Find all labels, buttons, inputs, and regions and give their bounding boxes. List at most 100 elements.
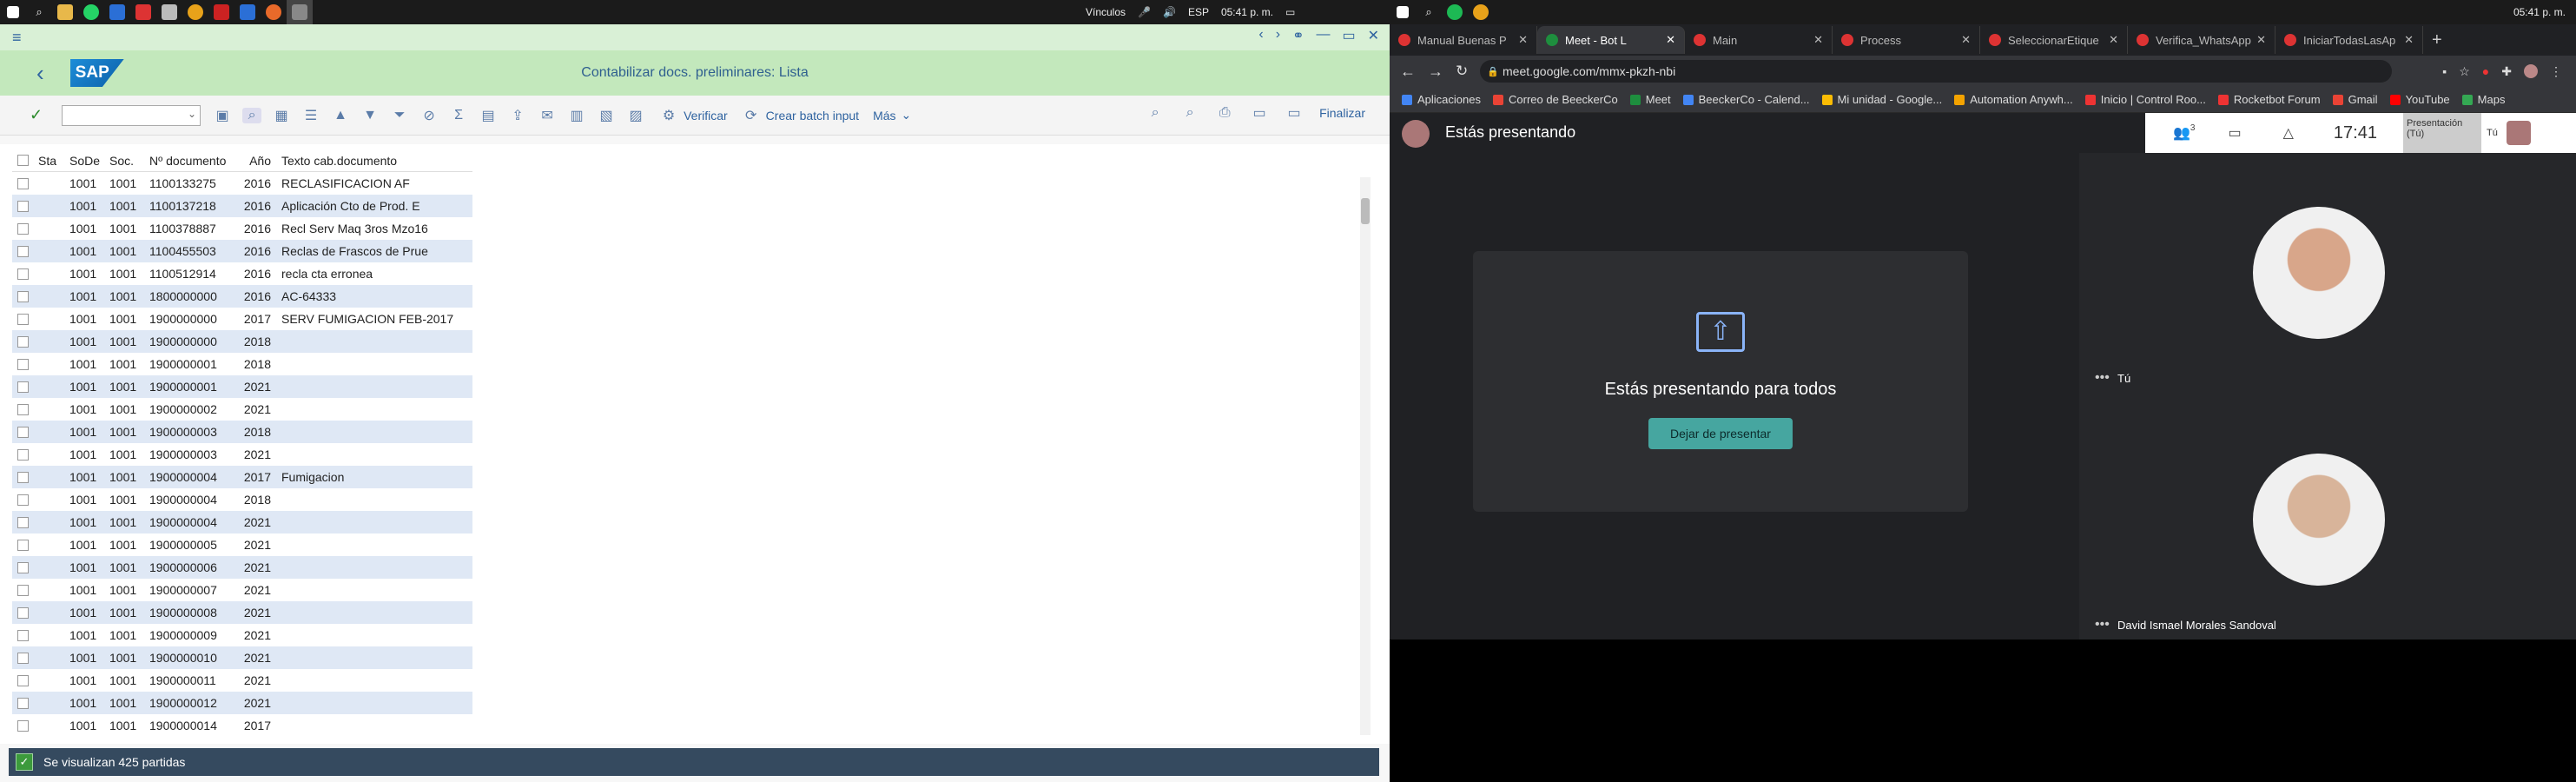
- row-checkbox[interactable]: [17, 494, 29, 506]
- star-icon[interactable]: ☆: [2459, 64, 2470, 79]
- row-checkbox[interactable]: [17, 403, 29, 415]
- clock[interactable]: 05:41 p. m.: [1221, 6, 1273, 18]
- table-row[interactable]: 1001 1001 1900000000 2017 SERV FUMIGACIO…: [12, 308, 472, 330]
- chrome-icon[interactable]: [182, 0, 208, 24]
- activities-icon[interactable]: △: [2283, 124, 2294, 142]
- bookmark-item[interactable]: Gmail: [2332, 93, 2378, 106]
- table-row[interactable]: 1001 1001 1900000010 2021: [12, 646, 472, 669]
- new-tab-icon[interactable]: +: [2432, 30, 2442, 50]
- windows-start-icon[interactable]: [1390, 0, 1416, 24]
- link-icon[interactable]: ⚭: [1292, 27, 1304, 44]
- row-checkbox[interactable]: [17, 516, 29, 528]
- menu-dots-icon[interactable]: ⋮: [2550, 64, 2562, 79]
- close-icon[interactable]: ✕: [1368, 27, 1379, 44]
- table-row[interactable]: 1001 1001 1900000007 2021: [12, 579, 472, 601]
- sap-app-icon[interactable]: [287, 0, 313, 24]
- command-field[interactable]: ⌄: [62, 104, 201, 126]
- tab-1[interactable]: Meet - Bot L ✕: [1537, 26, 1685, 54]
- app-icon[interactable]: [156, 0, 182, 24]
- select-all-checkbox[interactable]: [17, 155, 29, 166]
- tab-close-icon[interactable]: ✕: [1666, 33, 1675, 47]
- table-row[interactable]: 1001 1001 1900000006 2021: [12, 556, 472, 579]
- app-icon[interactable]: [208, 0, 234, 24]
- forward-nav-icon[interactable]: ›: [1276, 27, 1280, 44]
- table-row[interactable]: 1001 1001 1900000008 2021: [12, 601, 472, 624]
- table-row[interactable]: 1001 1001 1100512914 2016 recla cta erro…: [12, 262, 472, 285]
- notifications-icon[interactable]: ▭: [1285, 6, 1295, 18]
- table-row[interactable]: 1001 1001 1100455503 2016 Reclas de Fras…: [12, 240, 472, 262]
- filter-icon[interactable]: ⏷: [390, 108, 409, 123]
- row-checkbox[interactable]: [17, 471, 29, 483]
- table-row[interactable]: 1001 1001 1900000009 2021: [12, 624, 472, 646]
- forward-icon[interactable]: →: [1428, 63, 1443, 81]
- create-batch-input-button[interactable]: ⟳ Crear batch input: [742, 107, 859, 124]
- column-header[interactable]: Año: [238, 154, 276, 168]
- table-row[interactable]: 1001 1001 1900000004 2018: [12, 488, 472, 511]
- scrollbar-thumb[interactable]: [1361, 198, 1370, 224]
- tab-close-icon[interactable]: ✕: [1518, 33, 1528, 47]
- table-row[interactable]: 1001 1001 1900000005 2021: [12, 533, 472, 556]
- chrome-icon[interactable]: [1468, 0, 1494, 24]
- bookmark-item[interactable]: Correo de BeeckerCo: [1493, 93, 1618, 106]
- search-icon[interactable]: ⌕: [26, 0, 52, 24]
- table-row[interactable]: 1001 1001 1900000004 2017 Fumigacion: [12, 466, 472, 488]
- sort-descending-icon[interactable]: ▼: [360, 108, 380, 123]
- row-checkbox[interactable]: [17, 268, 29, 280]
- tab-3[interactable]: Process ✕: [1833, 26, 1980, 54]
- row-checkbox[interactable]: [17, 539, 29, 551]
- bookmark-item[interactable]: Rocketbot Forum: [2217, 93, 2321, 106]
- select-layout-icon[interactable]: ▧: [597, 107, 616, 124]
- column-header[interactable]: SoDe: [64, 154, 104, 168]
- tab-close-icon[interactable]: ✕: [1961, 33, 1971, 47]
- zoom-icon[interactable]: ⌕: [242, 107, 262, 123]
- column-header[interactable]: Soc.: [104, 154, 144, 168]
- sort-ascending-icon[interactable]: ▲: [331, 108, 350, 123]
- table-row[interactable]: 1001 1001 1100378887 2016 Recl Serv Maq …: [12, 217, 472, 240]
- table-row[interactable]: 1001 1001 1900000004 2021: [12, 511, 472, 533]
- row-checkbox[interactable]: [17, 674, 29, 686]
- row-checkbox[interactable]: [17, 381, 29, 393]
- column-header[interactable]: Texto cab.documento: [276, 154, 472, 168]
- tab-5[interactable]: Verifica_WhatsApp ✕: [2128, 26, 2275, 54]
- tab-close-icon[interactable]: ✕: [2256, 33, 2266, 47]
- verify-button[interactable]: ⚙ Verificar: [659, 107, 728, 124]
- table-row[interactable]: 1001 1001 1900000014 2017: [12, 714, 472, 737]
- reload-icon[interactable]: ↻: [1456, 63, 1468, 80]
- people-icon[interactable]: 👥: [2173, 124, 2190, 142]
- clock[interactable]: 05:41 p. m.: [2513, 6, 2566, 18]
- bookmark-item[interactable]: Aplicaciones: [1402, 93, 1481, 106]
- back-icon[interactable]: ←: [1400, 63, 1416, 81]
- row-checkbox[interactable]: [17, 358, 29, 370]
- tab-6[interactable]: IniciarTodasLasAp ✕: [2275, 26, 2423, 54]
- row-checkbox[interactable]: [17, 584, 29, 596]
- app-icon[interactable]: [130, 0, 156, 24]
- presentation-thumb[interactable]: Presentación (Tú): [2402, 113, 2481, 153]
- bookmark-item[interactable]: Inicio | Control Roo...: [2084, 93, 2206, 106]
- column-header[interactable]: Nº documento: [144, 154, 238, 168]
- row-checkbox[interactable]: [17, 200, 29, 212]
- microphone-icon[interactable]: 🎤: [1138, 6, 1151, 18]
- url-input[interactable]: 🔒 meet.google.com/mmx-pkzh-nbi: [1480, 60, 2392, 83]
- profile-avatar[interactable]: [2524, 63, 2538, 78]
- row-checkbox[interactable]: [17, 697, 29, 709]
- links-label[interactable]: Vínculos: [1086, 6, 1126, 18]
- export-icon[interactable]: ⇪: [508, 107, 527, 124]
- table-row[interactable]: 1001 1001 1900000003 2018: [12, 421, 472, 443]
- save-layout-icon[interactable]: ▨: [626, 107, 645, 124]
- bookmark-item[interactable]: YouTube: [2389, 93, 2450, 106]
- tab-4[interactable]: SeleccionarEtique ✕: [1980, 26, 2128, 54]
- back-nav-icon[interactable]: ‹: [1258, 27, 1263, 44]
- tab-close-icon[interactable]: ✕: [2404, 33, 2414, 47]
- stop-presenting-button[interactable]: Dejar de presentar: [1648, 418, 1793, 449]
- bookmark-item[interactable]: Maps: [2461, 93, 2505, 106]
- fullscreen-icon[interactable]: ▭: [1285, 104, 1304, 122]
- row-checkbox[interactable]: [17, 313, 29, 325]
- table-row[interactable]: 1001 1001 1900000011 2021: [12, 669, 472, 692]
- mail-icon[interactable]: ✉: [538, 107, 557, 124]
- row-checkbox[interactable]: [17, 652, 29, 664]
- table-row[interactable]: 1001 1001 1100133275 2016 RECLASIFICACIO…: [12, 172, 472, 195]
- row-checkbox[interactable]: [17, 561, 29, 573]
- minimize-icon[interactable]: —: [1316, 27, 1330, 44]
- bookmark-item[interactable]: Meet: [1629, 93, 1671, 106]
- chat-icon[interactable]: ▭: [2228, 124, 2241, 142]
